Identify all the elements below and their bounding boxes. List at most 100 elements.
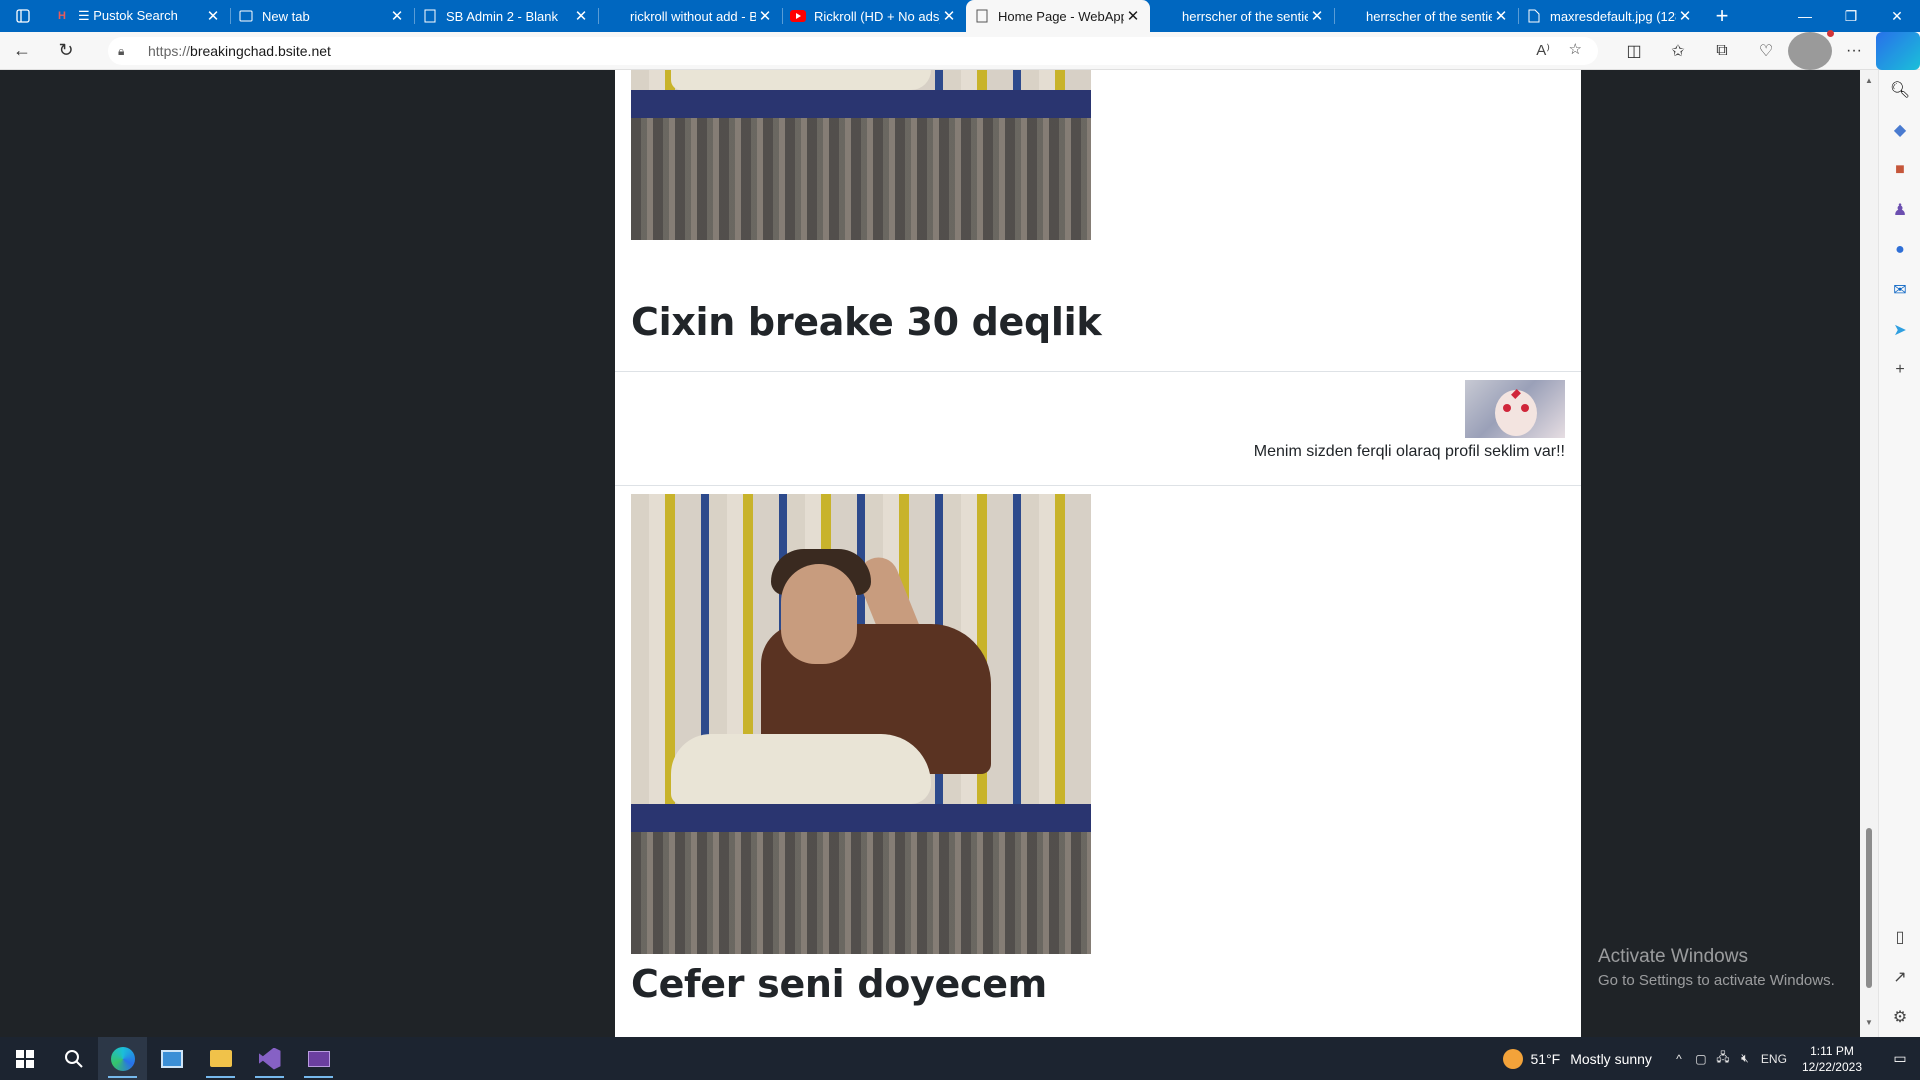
taskbar-explorer-window[interactable]	[147, 1037, 196, 1080]
tab-sb-admin[interactable]: SB Admin 2 - Blank ✕	[414, 0, 598, 32]
refresh-button[interactable]: ↻	[44, 32, 88, 70]
address-bar[interactable]: 🔒︎ https://breakingchad.bsite.net A⁾ ☆	[108, 37, 1598, 65]
tab-close-icon[interactable]: ✕	[756, 7, 774, 25]
tab-maxresdefault[interactable]: maxresdefault.jpg (1280 ✕	[1518, 0, 1702, 32]
sidebar-add-icon[interactable]: +	[1879, 350, 1920, 390]
search-button[interactable]	[49, 1037, 98, 1080]
start-button[interactable]	[0, 1037, 49, 1080]
clock-time: 1:11 PM	[1810, 1043, 1854, 1058]
taskbar-terminal[interactable]	[294, 1037, 343, 1080]
meet-now-icon[interactable]: ▢	[1690, 1052, 1712, 1066]
taskbar-file-explorer[interactable]	[196, 1037, 245, 1080]
sidebar-games-icon[interactable]: ♟	[1879, 190, 1920, 230]
tab-rickroll-youtube[interactable]: Rickroll (HD + No ads) ✕	[782, 0, 966, 32]
tab-close-icon[interactable]: ✕	[572, 7, 590, 25]
tab-title: rickroll without add - Bing	[630, 8, 756, 24]
tab-close-icon[interactable]: ✕	[1124, 7, 1142, 25]
taskbar-visual-studio[interactable]	[245, 1037, 294, 1080]
tab-close-icon[interactable]: ✕	[204, 7, 222, 25]
post-title: Cefer seni doyecem	[631, 962, 1047, 1006]
tab-close-icon[interactable]: ✕	[1676, 7, 1694, 25]
scroll-up-icon[interactable]: ▲	[1865, 76, 1873, 85]
collections-icon[interactable]: ⧉	[1700, 32, 1744, 70]
watermark-title: Activate Windows	[1598, 946, 1748, 967]
terminal-icon	[307, 1050, 330, 1067]
search-icon	[64, 1049, 83, 1068]
toolbar-actions: ◫ ✩ ⧉ ♡ ···	[1612, 30, 1920, 70]
sidebar-shopping-icon[interactable]: ◆	[1879, 110, 1920, 150]
chevron-up-icon[interactable]: ^	[1668, 1052, 1690, 1066]
url-protocol: https://	[148, 43, 191, 59]
more-icon[interactable]: ···	[1832, 32, 1876, 70]
tab-close-icon[interactable]: ✕	[1308, 7, 1326, 25]
plus-icon: +	[1715, 3, 1729, 28]
split-screen-icon[interactable]: ◫	[1612, 32, 1656, 70]
sidebar-search-icon[interactable]: 🔍︎	[1879, 70, 1920, 110]
tab-home-page[interactable]: Home Page - WebApp ✕	[966, 0, 1150, 32]
notification-icon[interactable]: ▭	[1880, 1050, 1920, 1067]
favorite-star-icon[interactable]: ☆	[1569, 40, 1582, 58]
tab-herrscher-1[interactable]: herrscher of the sentience ✕	[1150, 0, 1334, 32]
restore-icon[interactable]: ❐	[1828, 0, 1874, 32]
read-aloud-icon[interactable]: A⁾	[1536, 41, 1550, 59]
bing-favicon-icon	[1158, 8, 1174, 24]
sidebar-panel-icon[interactable]: ▯	[1879, 917, 1920, 957]
url-host: breakingchad.bsite.net	[190, 43, 331, 59]
tab-new-tab[interactable]: New tab ✕	[230, 0, 414, 32]
tab-close-icon[interactable]: ✕	[940, 7, 958, 25]
back-arrow-icon: ←	[13, 40, 31, 60]
edge-sidebar: 🔍︎ ◆ ■ ♟ ● ✉ ➤ + ▯ ↗ ⚙	[1878, 70, 1920, 1037]
tab-title: New tab	[262, 8, 310, 24]
tab-close-icon[interactable]: ✕	[1492, 7, 1510, 25]
profile-bio: Menim sizden ferqli olaraq profil seklim…	[1253, 443, 1565, 460]
window-controls: — ❐ ✕	[1782, 0, 1920, 32]
sidebar-outlook-icon[interactable]: ✉	[1879, 270, 1920, 310]
volume-muted-icon[interactable]: 🔇︎	[1734, 1051, 1756, 1066]
watermark-subtitle: Go to Settings to activate Windows.	[1598, 972, 1835, 989]
back-button[interactable]: ←	[0, 32, 44, 70]
weather-widget[interactable]: 51°F Mostly sunny	[1502, 1048, 1652, 1069]
close-window-icon[interactable]: ✕	[1874, 0, 1920, 32]
minimize-icon[interactable]: —	[1782, 0, 1828, 32]
tab-title: Rickroll (HD + No ads)	[814, 8, 940, 24]
youtube-favicon-icon	[790, 8, 806, 24]
visual-studio-icon	[258, 1047, 281, 1070]
copilot-button[interactable]	[1876, 32, 1920, 70]
post-card: Cixin breake 30 deqlik	[615, 70, 1581, 370]
copilot-icon	[1876, 32, 1920, 70]
browser-essentials-icon[interactable]: ♡	[1744, 32, 1788, 70]
browser-toolbar: ← ↻ 🔒︎ https://breakingchad.bsite.net A⁾…	[0, 30, 1920, 70]
page-scrollbar[interactable]: ▲ ▼	[1860, 70, 1878, 1037]
tab-close-icon[interactable]: ✕	[388, 7, 406, 25]
scroll-down-icon[interactable]: ▼	[1865, 1018, 1873, 1027]
windows-taskbar: 51°F Mostly sunny ^ ▢ 🖧︎ 🔇︎ ENG 1:11 PM …	[0, 1037, 1920, 1080]
tab-herrscher-2[interactable]: herrscher of the sentience ✕	[1334, 0, 1518, 32]
tab-actions-icon	[16, 9, 30, 23]
sun-icon	[1502, 1048, 1523, 1069]
profile-avatar-image	[1465, 380, 1565, 438]
scrollbar-thumb[interactable]	[1866, 828, 1872, 988]
post-image	[631, 494, 1091, 954]
tab-pustok-search[interactable]: H ☰ Pustok Search ✕	[46, 0, 230, 32]
clock[interactable]: 1:11 PM 12/22/2023	[1802, 1043, 1862, 1075]
network-icon[interactable]: 🖧︎	[1712, 1048, 1734, 1069]
sidebar-external-icon[interactable]: ↗	[1879, 957, 1920, 997]
sidebar-settings-icon[interactable]: ⚙	[1879, 997, 1920, 1037]
lock-icon[interactable]: 🔒︎	[118, 44, 138, 59]
sidebar-tools-icon[interactable]: ■	[1879, 150, 1920, 190]
tab-title: herrscher of the sentience	[1182, 8, 1308, 24]
sidebar-m365-icon[interactable]: ●	[1879, 230, 1920, 270]
folder-icon	[209, 1050, 232, 1067]
profile-button[interactable]	[1788, 30, 1834, 70]
favorites-icon[interactable]: ✩	[1656, 32, 1700, 70]
language-indicator[interactable]: ENG	[1756, 1052, 1792, 1066]
new-tab-button[interactable]: +	[1702, 0, 1742, 32]
tab-strip: H ☰ Pustok Search ✕ New tab ✕ SB Admin 2…	[0, 0, 1920, 32]
windows-start-icon	[15, 1049, 34, 1068]
taskbar-edge[interactable]	[98, 1037, 147, 1080]
tab-rickroll-bing[interactable]: rickroll without add - Bing ✕	[598, 0, 782, 32]
tab-actions-button[interactable]	[0, 0, 46, 32]
tab-title: maxresdefault.jpg (1280	[1550, 8, 1676, 24]
bing-favicon-icon	[606, 8, 622, 24]
sidebar-drop-icon[interactable]: ➤	[1879, 310, 1920, 350]
